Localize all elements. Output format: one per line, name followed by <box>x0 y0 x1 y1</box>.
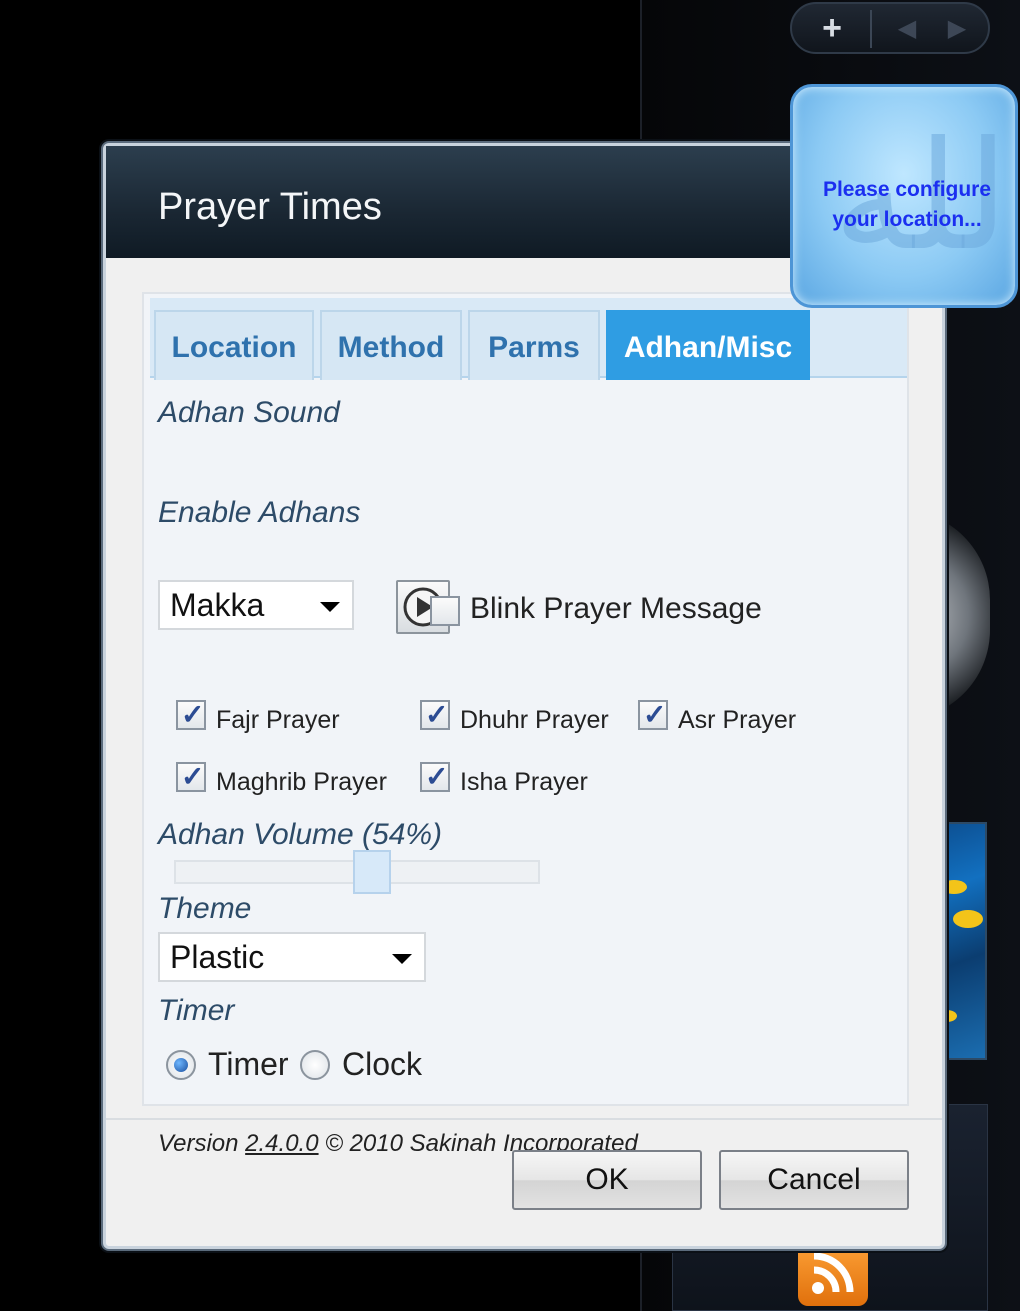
maghrib-checkbox[interactable]: ✓ <box>176 761 206 792</box>
dialog-title: Prayer Times <box>158 186 382 228</box>
gadget-message: Please configure your location... <box>822 178 992 231</box>
asr-label: Asr Prayer <box>678 706 797 734</box>
check-icon: ✓ <box>425 699 449 730</box>
isha-checkbox[interactable]: ✓ <box>420 761 450 792</box>
timer-radio[interactable] <box>166 1050 196 1080</box>
check-icon: ✓ <box>425 761 449 792</box>
divider <box>106 1118 942 1120</box>
cancel-button[interactable]: Cancel <box>719 1150 909 1210</box>
radio-selected-dot <box>174 1058 188 1072</box>
timer-radio-label: Timer <box>208 1046 289 1082</box>
settings-panel: Location Method Parms Adhan/Misc Adhan S… <box>142 292 909 1157</box>
adhan-sound-value: Makka <box>170 587 265 623</box>
maghrib-label: Maghrib Prayer <box>216 768 387 796</box>
adhan-sound-select[interactable]: Makka <box>158 580 354 630</box>
asr-checkbox[interactable]: ✓ <box>638 699 668 730</box>
sidebar-controls: + ◀ ▶ <box>790 2 990 54</box>
clock-radio[interactable] <box>300 1050 330 1080</box>
timer-label: Timer <box>158 994 235 1027</box>
theme-value: Plastic <box>170 939 265 975</box>
tab-parms[interactable]: Parms <box>468 310 600 380</box>
tab-location[interactable]: Location <box>154 310 314 380</box>
clock-radio-label: Clock <box>342 1046 423 1082</box>
fajr-label: Fajr Prayer <box>216 706 340 734</box>
plus-icon[interactable]: + <box>812 8 852 48</box>
divider <box>870 10 872 48</box>
tab-adhan-misc[interactable]: Adhan/Misc <box>606 310 810 380</box>
theme-select[interactable]: Plastic <box>158 932 426 982</box>
tab-method[interactable]: Method <box>320 310 462 380</box>
chevron-right-icon[interactable]: ▶ <box>942 10 972 48</box>
volume-slider-thumb[interactable] <box>353 850 391 894</box>
settings-dialog: Prayer Times Location Method Parms Adhan… <box>103 143 945 1249</box>
prayer-times-gadget[interactable]: الله Please configure your location... <box>790 84 1020 308</box>
adhan-sound-label: Adhan Sound <box>158 396 340 429</box>
version-link[interactable]: 2.4.0.0 <box>245 1130 318 1157</box>
isha-label: Isha Prayer <box>460 768 588 796</box>
chevron-down-icon <box>392 954 412 964</box>
dhuhr-label: Dhuhr Prayer <box>460 706 609 734</box>
chevron-left-icon[interactable]: ◀ <box>892 10 922 48</box>
check-icon: ✓ <box>181 761 205 792</box>
enable-adhans-label: Enable Adhans <box>158 496 361 529</box>
dhuhr-checkbox[interactable]: ✓ <box>420 699 450 730</box>
volume-label: Adhan Volume (54%) <box>158 818 443 851</box>
blink-message-checkbox[interactable] <box>430 596 460 626</box>
tab-strip: Location Method Parms Adhan/Misc <box>150 298 907 380</box>
blink-message-label: Blink Prayer Message <box>470 592 762 625</box>
fajr-checkbox[interactable]: ✓ <box>176 699 206 730</box>
ok-button[interactable]: OK <box>512 1150 702 1210</box>
check-icon: ✓ <box>643 699 667 730</box>
theme-label: Theme <box>158 892 252 925</box>
version-prefix: Version <box>158 1130 239 1157</box>
chevron-down-icon <box>320 602 340 612</box>
check-icon: ✓ <box>181 699 205 730</box>
fish-image <box>953 910 983 928</box>
